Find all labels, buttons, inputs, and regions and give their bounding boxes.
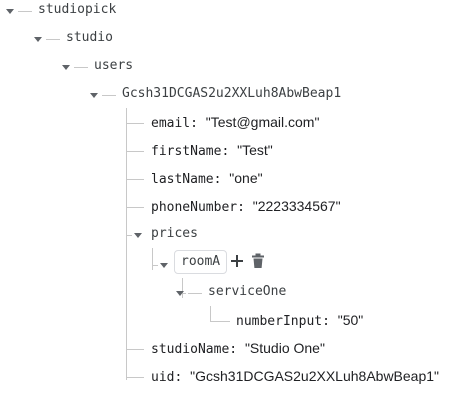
field-line: email: "Test@gmail.com" (151, 114, 319, 131)
field-value: "Test@gmail.com" (205, 114, 320, 130)
field-line: uid: "Gcsh31DCGAS2u2XXLuh8AbwBeap1" (151, 368, 439, 385)
node-key[interactable]: serviceOne (208, 284, 286, 299)
field-key: firstName (151, 144, 222, 159)
field-key: numberInput (236, 314, 323, 329)
field-studioName[interactable]: studioName: "Studio One" (0, 338, 474, 366)
colon: : (213, 172, 230, 187)
node-key[interactable]: studiopick (38, 2, 116, 17)
field-value: "2223334567" (252, 198, 341, 214)
tree-connector (102, 95, 116, 96)
plus-icon[interactable] (228, 252, 246, 270)
field-value: "50" (337, 312, 364, 328)
field-key: phoneNumber (151, 200, 238, 215)
field-phoneNumber[interactable]: phoneNumber: "2223334567" (0, 196, 474, 224)
tree-connector (152, 265, 158, 266)
node-key[interactable]: prices (151, 226, 198, 241)
field-key: uid (151, 370, 175, 385)
field-key: lastName (151, 172, 214, 187)
tree-connector (126, 377, 144, 378)
field-value: "Gcsh31DCGAS2u2XXLuh8AbwBeap1" (190, 368, 440, 384)
tree-connector (126, 123, 144, 124)
caret-down-icon[interactable] (90, 93, 98, 98)
tree-connector (210, 321, 230, 322)
tree-connector (126, 151, 144, 152)
tree-connector (74, 67, 88, 68)
caret-down-icon[interactable] (6, 9, 14, 14)
field-lastName[interactable]: lastName: "one" (0, 168, 474, 196)
node-key[interactable]: users (94, 58, 133, 73)
colon: : (237, 200, 253, 215)
field-key: email (151, 116, 191, 131)
database-tree: studiopick studio users Gcsh31DCGAS2u2XX… (0, 0, 474, 402)
node-key[interactable]: studio (66, 30, 113, 45)
node-key-chip[interactable]: roomA (174, 250, 228, 274)
field-email[interactable]: email: "Test@gmail.com" (0, 112, 474, 140)
caret-down-icon[interactable] (160, 263, 168, 268)
field-line: phoneNumber: "2223334567" (151, 198, 341, 215)
trash-icon[interactable] (249, 252, 267, 270)
tree-connector (46, 39, 60, 40)
colon: : (221, 144, 238, 159)
caret-down-icon[interactable] (34, 37, 42, 42)
node-users: users (0, 56, 474, 84)
tree-connector (126, 235, 132, 236)
field-line: numberInput: "50" (236, 312, 363, 329)
field-key: studioName (151, 342, 230, 357)
colon: : (174, 370, 191, 385)
node-studiopick: studiopick (0, 0, 474, 28)
node-user: Gcsh31DCGAS2u2XXLuh8AbwBeap1 (0, 84, 474, 112)
field-firstName[interactable]: firstName: "Test" (0, 140, 474, 168)
field-line: studioName: "Studio One" (151, 340, 325, 357)
node-key[interactable]: Gcsh31DCGAS2u2XXLuh8AbwBeap1 (122, 86, 341, 101)
node-prices: prices (0, 224, 474, 252)
tree-connector (188, 293, 202, 294)
caret-down-icon[interactable] (176, 291, 184, 296)
field-line: firstName: "Test" (151, 142, 273, 159)
tree-connector (126, 349, 144, 350)
tree-connector (18, 11, 32, 12)
colon: : (322, 314, 338, 329)
colon: : (190, 116, 206, 131)
node-serviceOne: serviceOne (0, 282, 474, 310)
field-value: "Test" (237, 142, 273, 158)
field-numberInput[interactable]: numberInput: "50" (0, 310, 474, 338)
node-studio: studio (0, 28, 474, 56)
field-value: "one" (229, 170, 263, 186)
field-line: lastName: "one" (151, 170, 263, 187)
caret-down-icon[interactable] (134, 233, 142, 238)
node-roomA: roomA (0, 250, 474, 282)
tree-connector (126, 179, 144, 180)
caret-down-icon[interactable] (62, 65, 70, 70)
colon: : (229, 342, 245, 357)
field-value: "Studio One" (244, 340, 325, 356)
tree-connector (126, 207, 144, 208)
field-uid[interactable]: uid: "Gcsh31DCGAS2u2XXLuh8AbwBeap1" (0, 366, 474, 394)
